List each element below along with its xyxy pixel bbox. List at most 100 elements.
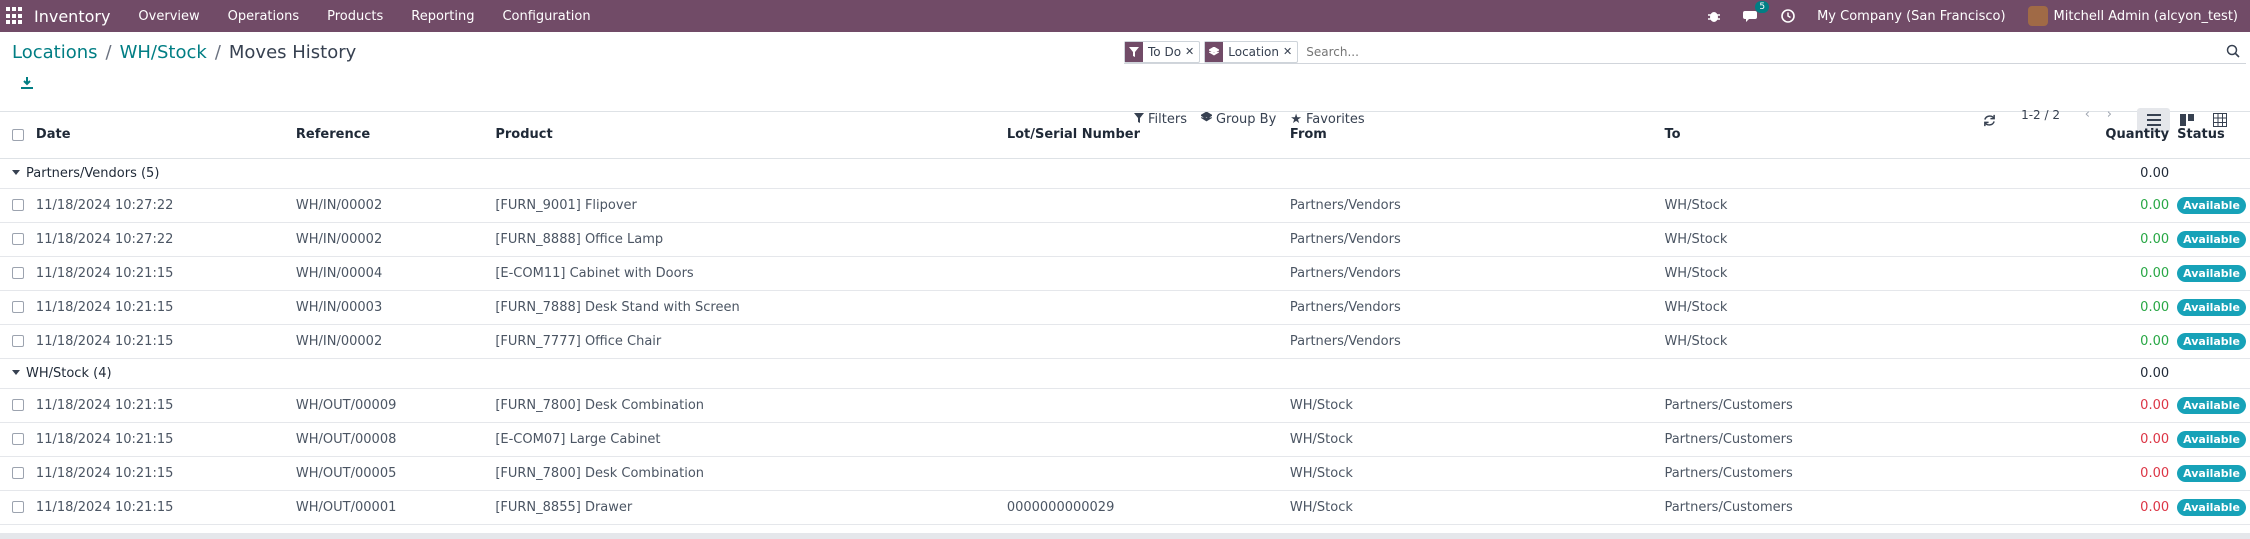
cell-to: Partners/Customers xyxy=(1660,456,2056,491)
cell-product: [FURN_7777] Office Chair xyxy=(491,324,1003,359)
user-menu[interactable]: Mitchell Admin (alcyon_test) xyxy=(2027,6,2238,26)
table-row[interactable]: 11/18/2024 10:27:22 WH/IN/00002 [FURN_9001… xyxy=(0,188,2250,223)
header-status[interactable]: Status xyxy=(2173,112,2250,159)
cell-date: 11/18/2024 10:21:15 xyxy=(31,490,292,525)
row-checkbox[interactable] xyxy=(12,301,24,313)
cell-product: [FURN_7800] Desk Combination xyxy=(491,456,1003,491)
cell-product: [FURN_7800] Desk Combination xyxy=(491,388,1003,423)
layers-icon xyxy=(1205,41,1224,62)
app-name[interactable]: Inventory xyxy=(34,7,110,26)
status-badge: Available xyxy=(2177,498,2246,516)
cell-lot xyxy=(1002,290,1286,325)
facet-label: Location xyxy=(1228,44,1280,59)
table-row[interactable]: 11/18/2024 10:21:15 WH/OUT/00001 [FURN_885… xyxy=(0,490,2250,525)
cell-date: 11/18/2024 10:27:22 xyxy=(31,188,292,223)
cell-reference: WH/OUT/00001 xyxy=(291,490,492,525)
cell-product: [FURN_7888] Desk Stand with Screen xyxy=(491,290,1003,325)
cell-quantity: 0.00 xyxy=(2055,456,2174,491)
status-badge: Available xyxy=(2177,230,2246,248)
status-badge: Available xyxy=(2177,264,2246,282)
row-checkbox[interactable] xyxy=(12,399,24,411)
cell-product: [FURN_8855] Drawer xyxy=(491,490,1003,525)
header-quantity[interactable]: Quantity xyxy=(2055,112,2174,159)
cell-quantity: 0.00 xyxy=(2055,188,2174,223)
download-icon[interactable] xyxy=(20,76,34,94)
search-icon[interactable] xyxy=(2226,44,2240,62)
group-row[interactable]: WH/Stock (4) 0.00 xyxy=(0,358,2250,389)
bug-icon[interactable] xyxy=(1707,9,1721,23)
row-checkbox[interactable] xyxy=(12,501,24,513)
menu-overview[interactable]: Overview xyxy=(138,9,199,24)
header-date[interactable]: Date xyxy=(31,112,292,159)
search-bar: To Do ✕ Location ✕ xyxy=(1124,40,2246,64)
breadcrumb-wh-stock[interactable]: WH/Stock xyxy=(120,42,207,63)
breadcrumb-locations[interactable]: Locations xyxy=(12,42,98,63)
cell-lot xyxy=(1002,256,1286,291)
table-row[interactable]: 11/18/2024 10:27:22 WH/IN/00002 [FURN_8888… xyxy=(0,222,2250,257)
cell-date: 11/18/2024 10:21:15 xyxy=(31,256,292,291)
search-input[interactable] xyxy=(1302,44,2246,59)
cell-quantity: 0.00 xyxy=(2055,388,2174,423)
cell-product: [FURN_9001] Flipover xyxy=(491,188,1003,223)
table-row[interactable]: 11/18/2024 10:21:15 WH/OUT/00009 [FURN_780… xyxy=(0,388,2250,423)
page-title: Moves History xyxy=(228,42,357,63)
breadcrumb: Locations / WH/Stock / Moves History xyxy=(12,42,356,63)
cell-reference: WH/IN/00003 xyxy=(291,290,492,325)
table-row[interactable]: 11/18/2024 10:21:15 WH/IN/00002 [FURN_7777… xyxy=(0,324,2250,359)
header-lot[interactable]: Lot/Serial Number xyxy=(1002,112,1286,159)
status-badge: Available xyxy=(2177,464,2246,482)
header-product[interactable]: Product xyxy=(491,112,1003,159)
cell-date: 11/18/2024 10:21:15 xyxy=(31,388,292,423)
cell-reference: WH/OUT/00009 xyxy=(291,388,492,423)
breadcrumb-separator: / xyxy=(105,42,112,63)
clock-icon[interactable] xyxy=(1781,9,1795,23)
row-checkbox[interactable] xyxy=(12,335,24,347)
cell-reference: WH/OUT/00008 xyxy=(291,422,492,457)
close-icon[interactable]: ✕ xyxy=(1283,45,1297,58)
cell-from: Partners/Vendors xyxy=(1285,188,1661,223)
cell-lot xyxy=(1002,388,1286,423)
row-checkbox[interactable] xyxy=(12,233,24,245)
cell-to: WH/Stock xyxy=(1660,324,2056,359)
row-checkbox[interactable] xyxy=(12,199,24,211)
chat-icon[interactable]: 5 xyxy=(1743,1,1770,23)
apps-grid-icon[interactable] xyxy=(6,7,24,25)
menu-reporting[interactable]: Reporting xyxy=(411,9,474,24)
menu-operations[interactable]: Operations xyxy=(228,9,299,24)
table-header-row: Date Reference Product Lot/Serial Number… xyxy=(0,112,2250,159)
top-navbar: Inventory Overview Operations Products R… xyxy=(0,0,2250,32)
caret-down-icon xyxy=(12,169,20,175)
cell-from: Partners/Vendors xyxy=(1285,222,1661,257)
cell-reference: WH/IN/00002 xyxy=(291,324,492,359)
header-from[interactable]: From xyxy=(1285,112,1661,159)
cell-to: WH/Stock xyxy=(1660,222,2056,257)
select-all-checkbox[interactable] xyxy=(12,128,24,141)
company-switcher[interactable]: My Company (San Francisco) xyxy=(1817,9,2005,24)
chat-count-badge: 5 xyxy=(1755,1,1770,13)
group-row[interactable]: Partners/Vendors (5) 0.00 xyxy=(0,158,2250,189)
facet-location[interactable]: Location ✕ xyxy=(1204,40,1299,63)
menu-configuration[interactable]: Configuration xyxy=(502,9,590,24)
header-to[interactable]: To xyxy=(1660,112,2056,159)
cell-quantity: 0.00 xyxy=(2055,222,2174,257)
filter-icon xyxy=(1125,41,1143,62)
table-row[interactable]: 11/18/2024 10:21:15 WH/IN/00004 [E-COM11] … xyxy=(0,256,2250,291)
close-icon[interactable]: ✕ xyxy=(1185,45,1199,58)
row-checkbox[interactable] xyxy=(12,433,24,445)
menu-products[interactable]: Products xyxy=(327,9,383,24)
cell-reference: WH/IN/00002 xyxy=(291,188,492,223)
cell-product: [FURN_8888] Office Lamp xyxy=(491,222,1003,257)
cell-from: Partners/Vendors xyxy=(1285,256,1661,291)
facet-todo[interactable]: To Do ✕ xyxy=(1124,40,1201,63)
row-checkbox[interactable] xyxy=(12,267,24,279)
table-row[interactable]: 11/18/2024 10:21:15 WH/IN/00003 [FURN_7888… xyxy=(0,290,2250,325)
table-row[interactable]: 11/18/2024 10:21:15 WH/OUT/00008 [E-COM07]… xyxy=(0,422,2250,457)
header-reference[interactable]: Reference xyxy=(291,112,492,159)
row-checkbox[interactable] xyxy=(12,467,24,479)
avatar xyxy=(2027,6,2048,26)
group-total: 0.00 xyxy=(2055,358,2174,389)
table-row[interactable]: 11/18/2024 10:21:15 WH/OUT/00005 [FURN_780… xyxy=(0,456,2250,491)
cell-reference: WH/OUT/00005 xyxy=(291,456,492,491)
cell-lot xyxy=(1002,456,1286,491)
cell-from: WH/Stock xyxy=(1285,490,1661,525)
